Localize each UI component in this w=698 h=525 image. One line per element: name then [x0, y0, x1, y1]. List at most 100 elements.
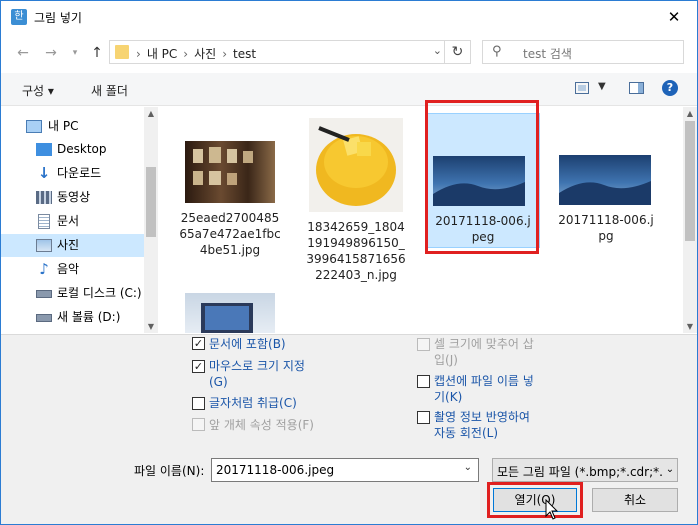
breadcrumb-test[interactable]: test	[233, 47, 256, 61]
forward-icon[interactable]: →	[41, 43, 61, 63]
fit-cell-label: 셀 크기에 맞추어 삽 입(J)	[434, 337, 534, 367]
filter-dropdown-icon: ⌄	[663, 459, 677, 481]
thumbnail-frames	[193, 147, 253, 185]
breadcrumb-this-pc[interactable]: 내 PC	[147, 47, 177, 61]
breadcrumb-pictures[interactable]: 사진	[194, 47, 216, 61]
preview-pane-icon[interactable]	[629, 82, 644, 94]
scroll-down-arrow-icon[interactable]: ▼	[683, 322, 697, 331]
nav-item-label: 문서	[57, 214, 80, 228]
treat-as-char-checkbox[interactable]	[192, 397, 205, 410]
file-type-filter-select[interactable]: 모든 그림 파일 (*.bmp;*.cdr;*.c ⌄	[492, 458, 678, 482]
thumbnail-mountain	[559, 181, 651, 205]
command-bar: 구성 ▾ 새 폴더 ▼ ?	[1, 73, 697, 106]
highlight-box-open-button	[487, 482, 583, 518]
document-icon	[38, 214, 50, 229]
thumbnail	[309, 118, 403, 212]
nav-item-label: 동영상	[57, 190, 91, 204]
nav-item-desktop[interactable]: Desktop	[1, 138, 144, 161]
file-item-1[interactable]: 25eaed2700485 65a7e472ae1fbc 4be51.jpg	[175, 115, 285, 265]
file-name: 20171118-006.j pg	[558, 213, 654, 243]
nav-item-music[interactable]: ♪ 음악	[1, 258, 144, 281]
scroll-up-arrow-icon[interactable]: ▲	[683, 109, 697, 118]
thumbnail	[559, 155, 651, 205]
nav-item-label: 다운로드	[57, 166, 102, 180]
filename-dropdown-icon[interactable]: ⌄	[464, 462, 472, 473]
breadcrumb: › 내 PC › 사진 › test	[136, 47, 257, 61]
pictures-icon	[36, 239, 52, 252]
thumbnail-dessert	[316, 126, 396, 206]
nav-item-pictures[interactable]: 사진	[1, 234, 144, 257]
nav-item-label: 음악	[57, 262, 80, 276]
exif-rotate-checkbox[interactable]	[417, 411, 430, 424]
nav-item-label: 내 PC	[48, 119, 79, 133]
filename-value: 20171118-006.jpeg	[216, 463, 335, 477]
refresh-icon: ↻	[451, 44, 464, 60]
music-icon: ♪	[39, 260, 49, 278]
video-icon	[36, 191, 52, 204]
nav-item-label: 새 볼륨 (D:)	[57, 310, 121, 324]
nav-item-new-volume-d[interactable]: 새 볼륨 (D:)	[1, 306, 144, 329]
caption-filename-checkbox[interactable]	[417, 375, 430, 388]
search-placeholder: test 검색	[523, 47, 572, 61]
back-icon[interactable]: ←	[13, 43, 33, 63]
caption-filename-label: 캡션에 파일 이름 넣 기(K)	[434, 374, 534, 404]
highlight-box-selected-file	[425, 100, 539, 254]
apply-prev-attr-label: 앞 개체 속성 적용(F)	[209, 418, 314, 432]
pc-icon	[26, 120, 42, 133]
scroll-up-arrow-icon[interactable]: ▲	[144, 109, 158, 118]
file-item-2[interactable]: 18342659_1804 191949896150_ 3996415871656 2…	[301, 115, 411, 282]
new-folder-button[interactable]: 새 폴더	[91, 82, 128, 99]
thumbnail	[185, 293, 275, 333]
refresh-button[interactable]: ↻	[444, 41, 470, 63]
navigation-row: ← → ▾ ↑ › 내 PC › 사진 › test ⌄ ↻ ⚲ test 검색	[1, 35, 697, 71]
thumbnail-laptop	[201, 303, 253, 333]
scrollbar-thumb[interactable]	[146, 167, 156, 237]
navigation-pane-scrollbar[interactable]: ▲ ▼	[144, 107, 158, 333]
fit-cell-checkbox	[417, 338, 430, 351]
exif-rotate-label: 촬영 정보 반영하여 자동 회전(L)	[434, 410, 530, 440]
nav-item-documents[interactable]: 문서	[1, 210, 144, 233]
hwp-app-icon: 한	[11, 9, 27, 25]
drive-icon	[36, 314, 52, 322]
nav-item-label: 로컬 디스크 (C:)	[57, 286, 142, 300]
up-icon[interactable]: ↑	[87, 43, 107, 63]
download-icon: ↓	[37, 164, 51, 182]
file-list-scrollbar[interactable]: ▲ ▼	[683, 107, 697, 333]
cancel-button[interactable]: 취소	[592, 488, 678, 512]
thumbnail	[185, 141, 275, 203]
nav-item-videos[interactable]: 동영상	[1, 186, 144, 209]
nav-item-label: 사진	[57, 238, 80, 252]
treat-as-char-label: 글자처럼 취급(C)	[209, 396, 297, 410]
file-name: 25eaed2700485 65a7e472ae1fbc 4be51.jpg	[179, 211, 281, 257]
recent-locations-icon[interactable]: ▾	[65, 43, 85, 63]
drive-icon	[36, 290, 52, 298]
nav-item-downloads[interactable]: ↓ 다운로드	[1, 162, 144, 185]
nav-item-this-pc[interactable]: 내 PC	[1, 115, 144, 138]
organize-button[interactable]: 구성 ▾	[22, 82, 54, 99]
nav-item-label: Desktop	[57, 142, 107, 156]
nav-item-local-disk-c[interactable]: 로컬 디스크 (C:)	[1, 282, 144, 305]
folder-icon	[115, 45, 129, 59]
search-icon: ⚲	[492, 44, 502, 59]
file-item-5[interactable]	[175, 285, 285, 333]
scrollbar-thumb[interactable]	[685, 121, 695, 241]
search-box[interactable]: ⚲ test 검색	[482, 40, 684, 64]
file-name: 18342659_1804 191949896150_ 3996415871656 2…	[306, 220, 406, 282]
address-dropdown-icon[interactable]: ⌄	[433, 44, 442, 57]
dialog-title: 그림 넣기	[34, 11, 82, 25]
mouse-size-label: 마우스로 크기 지정 (G)	[209, 359, 305, 389]
file-type-filter-value: 모든 그림 파일 (*.bmp;*.cdr;*.c	[497, 465, 670, 479]
mouse-cursor-icon	[545, 499, 559, 520]
embed-in-document-checkbox[interactable]: ✓	[192, 337, 205, 350]
mouse-size-checkbox[interactable]: ✓	[192, 360, 205, 373]
apply-prev-attr-checkbox	[192, 418, 205, 431]
help-icon[interactable]: ?	[662, 80, 678, 96]
close-button[interactable]: ✕	[651, 1, 697, 34]
address-bar[interactable]: › 내 PC › 사진 › test ⌄ ↻	[109, 40, 471, 64]
view-options-dropdown-icon[interactable]: ▼	[598, 81, 606, 92]
desktop-folder-icon	[36, 143, 52, 156]
change-view-icon[interactable]	[575, 82, 589, 94]
filename-input[interactable]: 20171118-006.jpeg ⌄	[211, 458, 479, 482]
file-item-4[interactable]: 20171118-006.j pg	[551, 115, 661, 245]
scroll-down-arrow-icon[interactable]: ▼	[144, 322, 158, 331]
